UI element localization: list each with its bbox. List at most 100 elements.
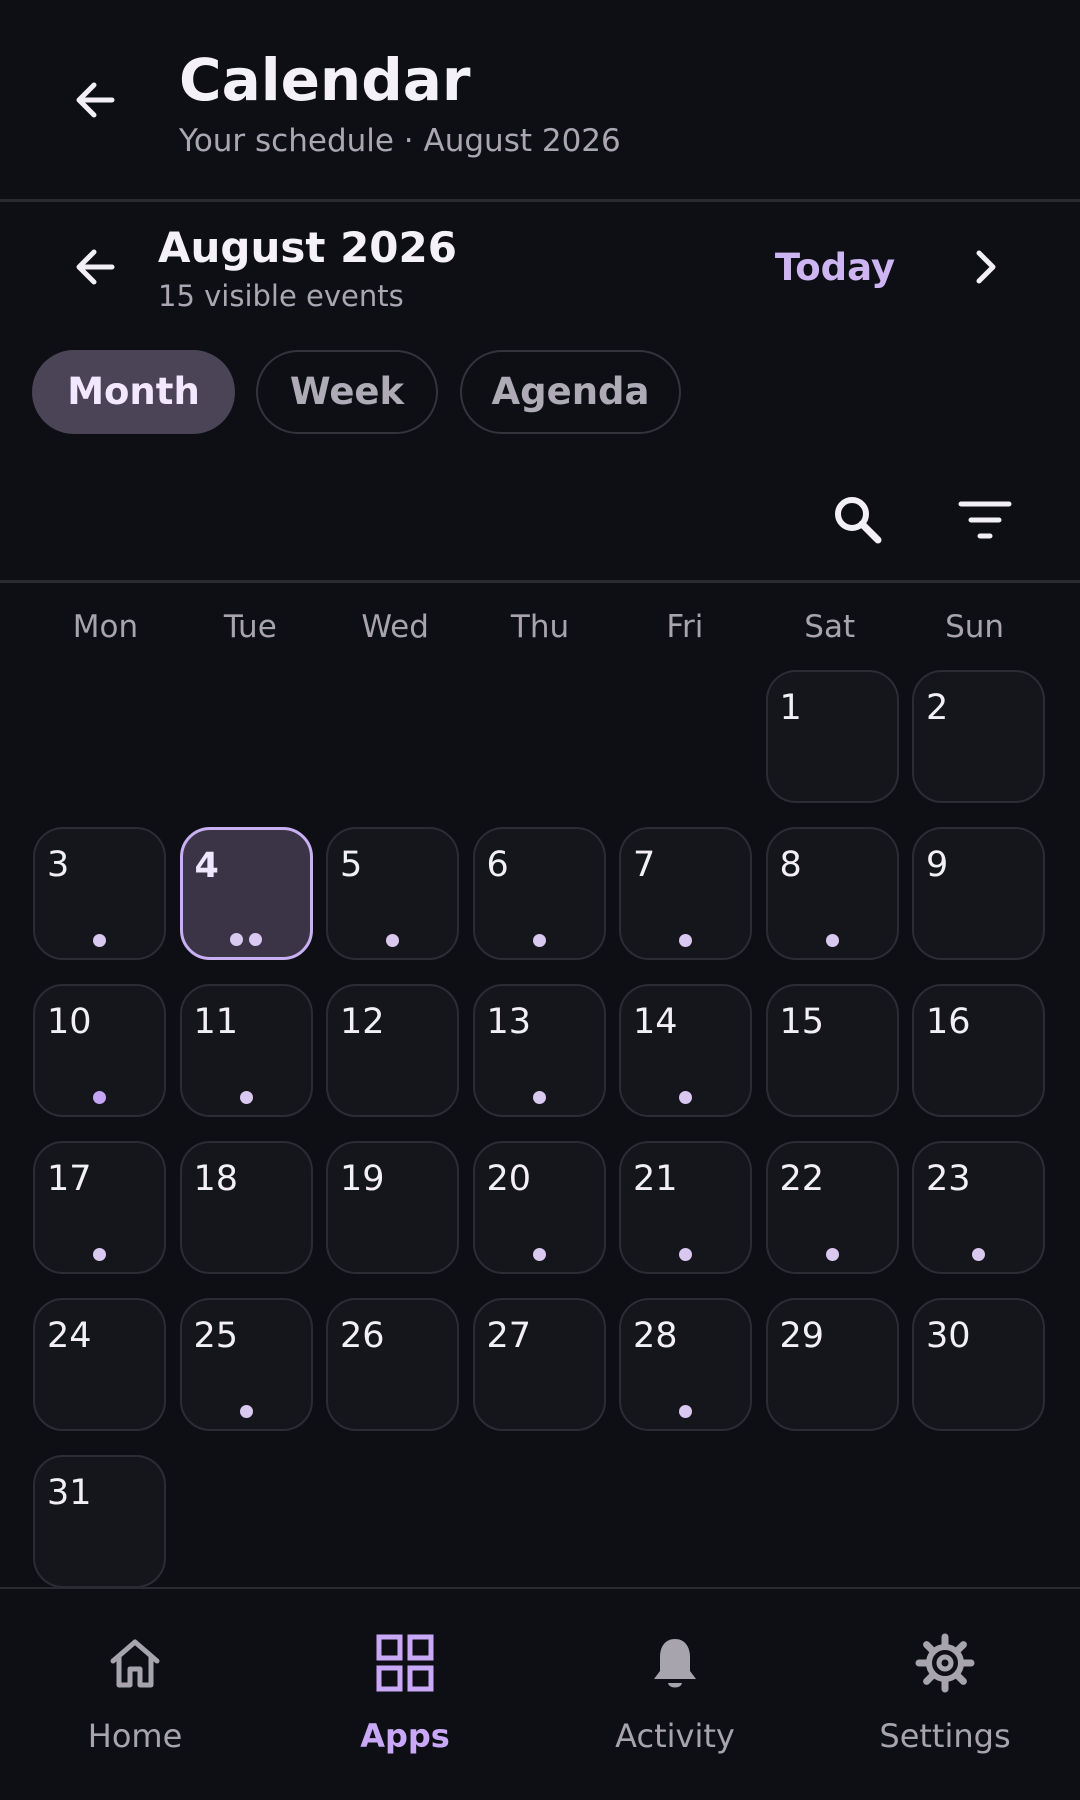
day-cell[interactable]: 10 [33,984,166,1117]
day-number: 30 [926,1316,971,1356]
day-cell[interactable]: 30 [912,1298,1045,1431]
day-number: 17 [47,1159,92,1199]
event-indicators [35,1091,164,1105]
weekday-label: Fri [666,609,704,645]
day-cell[interactable]: 20 [472,1141,606,1274]
weekday-label: Sat [804,609,856,645]
day-number: 3 [47,845,70,885]
search-button[interactable] [826,488,890,552]
nav-apps[interactable]: Apps [270,1589,540,1800]
weekday-label: Mon [72,609,139,645]
day-cell[interactable]: 18 [179,1141,313,1274]
day-cell[interactable]: 9 [912,827,1045,960]
today-button[interactable]: Today [760,240,910,296]
day-cell[interactable]: 15 [765,984,899,1117]
gear-icon [915,1633,975,1693]
event-dot [239,1091,253,1104]
view-chip-week[interactable]: Week [256,350,438,434]
event-indicators [768,934,897,948]
arrow-back-icon [76,249,115,285]
view-chip-month[interactable]: Month [32,350,235,434]
event-dot [825,934,839,947]
day-cell[interactable]: 2 [912,670,1045,803]
day-cell[interactable]: 21 [619,1141,752,1274]
day-number: 7 [633,845,656,885]
bell-icon [654,1639,696,1688]
event-dot [93,934,106,947]
day-cell[interactable]: 13 [472,984,606,1117]
day-cell[interactable]: 26 [326,1298,459,1431]
day-cell[interactable]: 6 [472,827,606,960]
event-dot [679,1405,692,1418]
event-indicators [621,1091,750,1105]
event-dot [532,1091,546,1104]
event-indicators [35,1248,164,1262]
day-number: 12 [340,1002,385,1042]
day-number: 26 [340,1316,385,1356]
apps-icon [376,1634,434,1692]
weekday-label: Tue [223,609,277,645]
day-number: 2 [926,688,949,728]
event-dot [386,934,399,947]
day-number: 10 [47,1002,92,1042]
day-cell[interactable]: 27 [472,1298,606,1431]
day-number: 5 [340,845,363,885]
back-button[interactable] [66,70,126,130]
month-title: August 2026 [158,223,457,272]
day-cell[interactable]: 17 [33,1141,166,1274]
arrow-back-icon [76,82,115,118]
day-cell[interactable]: 31 [33,1455,166,1588]
nav-home[interactable]: Home [0,1589,270,1800]
day-cell[interactable]: 5 [326,827,459,960]
day-cell[interactable]: 23 [912,1141,1045,1274]
divider [0,199,1080,202]
event-dot [679,1248,692,1261]
day-cell[interactable]: 16 [912,984,1045,1117]
day-cell[interactable]: 29 [765,1298,899,1431]
view-chip-agenda[interactable]: Agenda [460,350,681,434]
day-number: 22 [779,1159,825,1199]
event-dot [249,933,262,946]
event-indicators [475,934,604,948]
event-dot [825,1248,839,1261]
app-bar: Calendar Your schedule · August 2026 [0,0,1080,200]
day-cell[interactable]: 11 [179,984,313,1117]
day-cell[interactable]: 25 [179,1298,313,1431]
day-number: 20 [486,1159,532,1199]
event-indicators [182,1091,311,1105]
previous-month-button[interactable] [66,237,126,297]
event-indicators [35,934,164,948]
event-dot [679,934,692,947]
day-number: 8 [779,845,802,885]
search-icon [835,497,882,544]
day-cell[interactable]: 22 [765,1141,899,1274]
nav-label: Activity [615,1717,735,1755]
day-cell[interactable]: 24 [33,1298,166,1431]
day-cell[interactable]: 19 [326,1141,459,1274]
day-cell[interactable]: 7 [619,827,752,960]
event-indicators [914,1248,1043,1262]
event-indicators [328,934,457,948]
nav-label: Settings [879,1717,1011,1755]
day-cell[interactable]: 1 [765,670,899,803]
nav-activity[interactable]: Activity [540,1589,810,1800]
event-indicators [183,933,310,947]
day-cell[interactable]: 12 [326,984,459,1117]
day-cell[interactable]: 8 [765,827,899,960]
day-cell-today[interactable]: 4 [179,827,313,960]
day-cell[interactable]: 28 [619,1298,752,1431]
event-indicators [768,1248,897,1262]
next-month-button[interactable] [955,237,1015,297]
filter-button[interactable] [953,488,1017,552]
weekday-label: Thu [510,609,570,645]
day-number: 25 [193,1316,239,1356]
event-indicators [475,1091,604,1105]
day-number: 1 [779,688,802,728]
event-indicators [621,934,750,948]
day-cell[interactable]: 3 [33,827,166,960]
nav-settings[interactable]: Settings [810,1589,1080,1800]
day-cell[interactable]: 14 [619,984,752,1117]
page-subtitle: Your schedule · August 2026 [179,123,621,159]
event-dot [532,1248,546,1261]
nav-label: Apps [360,1717,450,1755]
